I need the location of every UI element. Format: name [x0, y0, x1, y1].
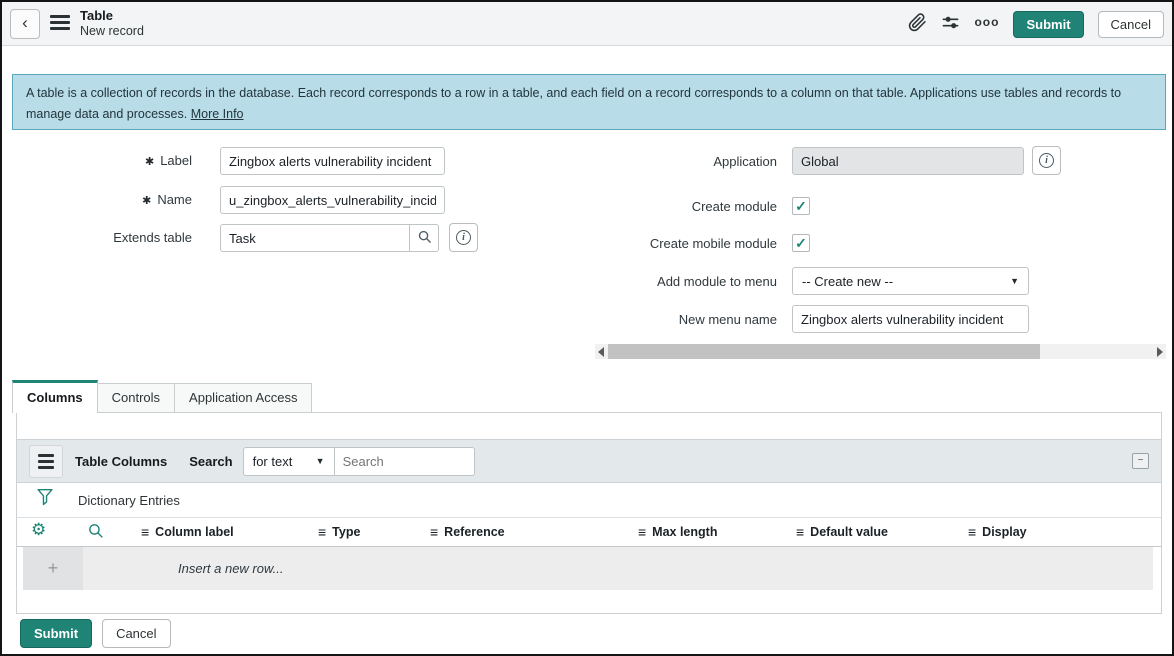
application-input: [792, 147, 1024, 175]
header-cancel-button[interactable]: Cancel: [1098, 11, 1164, 38]
info-message-banner: A table is a collection of records in th…: [12, 74, 1166, 130]
page-title: Table: [80, 8, 144, 24]
tab-columns[interactable]: Columns: [12, 380, 98, 413]
more-options-icon: ooo: [974, 16, 999, 28]
application-info-button[interactable]: i: [1032, 146, 1061, 175]
page-subtitle: New record: [80, 24, 144, 40]
label-input[interactable]: [220, 147, 445, 175]
chevron-down-icon: ▼: [316, 456, 325, 466]
create-mobile-module-checkbox[interactable]: ✓: [792, 234, 810, 252]
back-chevron-icon: ‹: [22, 13, 28, 33]
required-icon: ✱: [145, 156, 154, 168]
column-header-max-length[interactable]: ≡ Max length: [638, 518, 717, 546]
attachment-button[interactable]: [908, 13, 927, 35]
collapse-icon: −: [1138, 456, 1144, 466]
extends-table-lookup-button[interactable]: [410, 224, 439, 252]
table-columns-toolbar: Table Columns Search for text ▼ −: [17, 439, 1161, 483]
name-field-label: ✱Name: [2, 192, 192, 207]
tab-application-access[interactable]: Application Access: [175, 383, 312, 413]
header-actions: ooo Submit Cancel: [908, 2, 1166, 46]
form-header: ‹ Table New record ooo Submit Cancel: [2, 2, 1172, 46]
column-menu-icon: ≡: [638, 524, 646, 540]
filter-icon[interactable]: [36, 488, 54, 512]
insert-row-label: Insert a new row...: [178, 561, 284, 576]
table-new-record-page: ‹ Table New record ooo Submit Cancel A t…: [0, 0, 1174, 656]
search-icon: [87, 527, 104, 542]
label-field-label: ✱Label: [2, 153, 192, 168]
create-module-checkbox[interactable]: ✓: [792, 197, 810, 215]
columns-tab-panel: Table Columns Search for text ▼ − Dictio…: [16, 412, 1162, 614]
more-options-button[interactable]: ooo: [974, 16, 999, 32]
search-label: Search: [189, 454, 232, 469]
column-header-type[interactable]: ≡ Type: [318, 518, 360, 546]
extends-table-group: [220, 224, 439, 252]
column-menu-icon: ≡: [141, 524, 149, 540]
table-columns-title: Table Columns: [75, 454, 167, 469]
name-input[interactable]: [220, 186, 445, 214]
search-type-select[interactable]: for text ▼: [243, 447, 335, 476]
dictionary-entries-label: Dictionary Entries: [78, 493, 180, 508]
scroll-right-arrow[interactable]: [1154, 344, 1166, 359]
add-module-to-menu-label: Add module to menu: [602, 274, 777, 289]
form-footer: Submit Cancel: [20, 619, 171, 648]
back-button[interactable]: ‹: [10, 9, 40, 39]
scroll-left-arrow[interactable]: [595, 344, 607, 359]
create-module-label: Create module: [602, 199, 777, 214]
extends-table-info-button[interactable]: i: [449, 223, 478, 252]
sliders-icon: [941, 13, 960, 35]
column-header-column-label[interactable]: ≡ Column label: [141, 518, 234, 546]
chevron-down-icon: ▼: [1010, 276, 1019, 286]
footer-cancel-button[interactable]: Cancel: [102, 619, 170, 648]
add-module-to-menu-select[interactable]: -- Create new -- ▼: [792, 267, 1029, 295]
create-mobile-module-label: Create mobile module: [602, 236, 777, 251]
insert-new-row[interactable]: + Insert a new row...: [23, 547, 1153, 590]
column-menu-icon: ≡: [796, 524, 804, 540]
plus-icon[interactable]: +: [23, 547, 83, 590]
table-column-headers: ⚙ ≡ Column label ≡ Type ≡ Reference ≡ Ma…: [17, 518, 1161, 547]
column-menu-icon: ≡: [430, 524, 438, 540]
column-menu-icon: ≡: [318, 524, 326, 540]
search-input[interactable]: [335, 447, 475, 476]
info-icon: i: [456, 230, 471, 245]
gear-icon[interactable]: ⚙: [31, 521, 46, 538]
search-icon: [417, 229, 432, 247]
info-icon: i: [1039, 153, 1054, 168]
paperclip-icon: [908, 13, 927, 35]
column-menu-icon: ≡: [968, 524, 976, 540]
collapse-list-button[interactable]: −: [1132, 453, 1149, 469]
context-menu-icon[interactable]: [50, 15, 70, 33]
extends-table-input[interactable]: [220, 224, 410, 252]
column-header-default-value[interactable]: ≡ Default value: [796, 518, 888, 546]
more-info-link[interactable]: More Info: [191, 107, 244, 121]
header-titles: Table New record: [80, 8, 144, 40]
column-header-reference[interactable]: ≡ Reference: [430, 518, 505, 546]
required-icon: ✱: [142, 195, 151, 207]
header-submit-button[interactable]: Submit: [1013, 11, 1083, 38]
scrollbar-thumb[interactable]: [608, 344, 1040, 359]
personalize-form-button[interactable]: [941, 13, 960, 35]
dictionary-entries-row: Dictionary Entries: [17, 483, 1161, 518]
tab-controls[interactable]: Controls: [98, 383, 175, 413]
tab-strip: Columns Controls Application Access: [12, 380, 312, 413]
checkmark-icon: ✓: [795, 235, 807, 252]
footer-submit-button[interactable]: Submit: [20, 619, 92, 648]
horizontal-scrollbar[interactable]: [595, 344, 1166, 359]
new-menu-name-input[interactable]: [792, 305, 1029, 333]
extends-table-label: Extends table: [2, 230, 192, 245]
search-rows-button[interactable]: [87, 522, 104, 542]
checkmark-icon: ✓: [795, 198, 807, 215]
list-context-menu-button[interactable]: [29, 445, 63, 478]
new-menu-name-label: New menu name: [602, 312, 777, 327]
column-header-display[interactable]: ≡ Display: [968, 518, 1027, 546]
application-label: Application: [602, 154, 777, 169]
